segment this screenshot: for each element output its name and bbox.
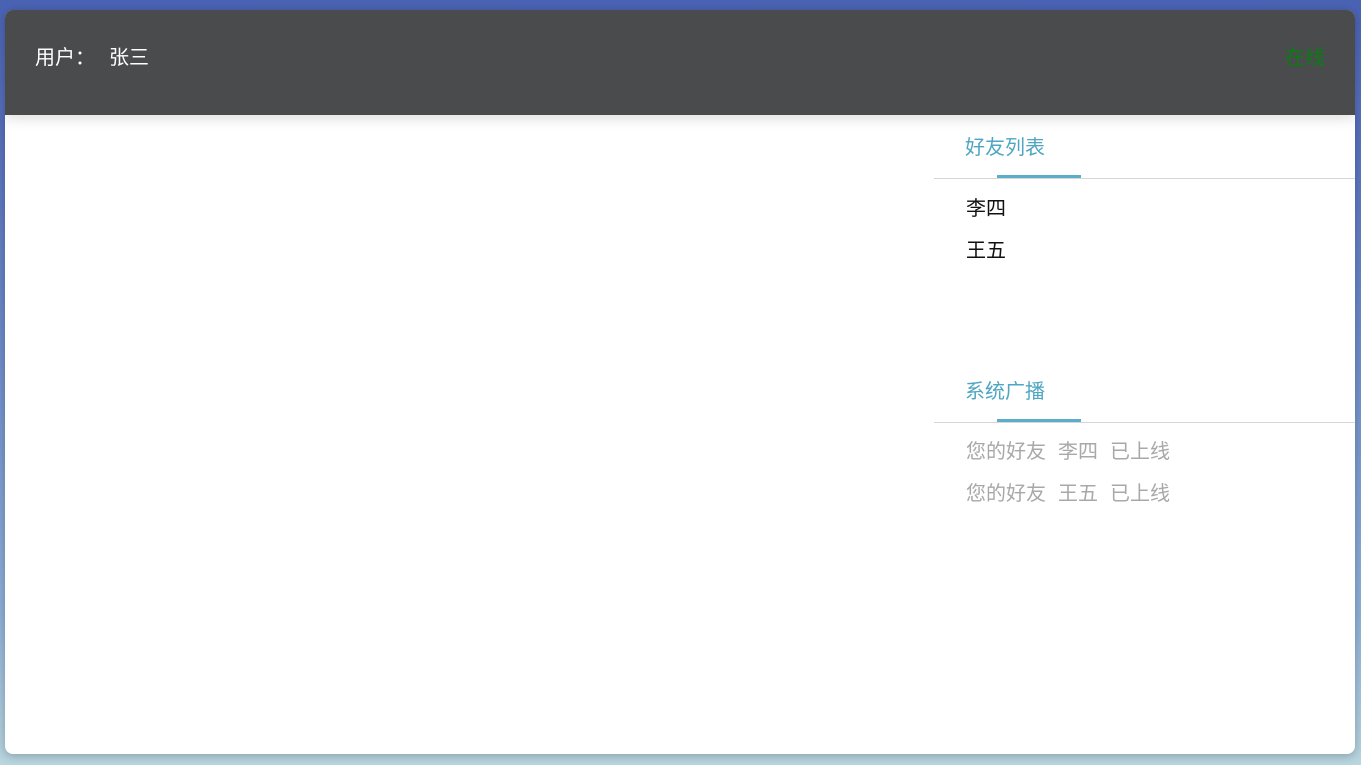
tab-active-indicator xyxy=(997,175,1081,178)
broadcast-list: 您的好友 李四 已上线 您的好友 王五 已上线 xyxy=(934,423,1355,514)
current-user: 用户： 张三 xyxy=(35,44,149,70)
top-bar: 用户： 张三 在线 xyxy=(5,10,1355,115)
broadcast-item: 您的好友 王五 已上线 xyxy=(934,472,1355,514)
online-status: 在线 xyxy=(1285,45,1325,69)
friends-tab-bar: 好友列表 xyxy=(934,115,1355,179)
tab-active-indicator xyxy=(997,419,1081,422)
broadcast-prefix: 您的好友 xyxy=(966,439,1046,463)
tab-system-broadcast-label: 系统广播 xyxy=(965,379,1045,403)
tab-system-broadcast[interactable]: 系统广播 xyxy=(965,378,1081,422)
friends-section: 好友列表 李四 王五 xyxy=(934,115,1355,271)
broadcast-suffix: 已上线 xyxy=(1110,439,1170,463)
user-prefix-label: 用户： xyxy=(35,45,95,69)
user-name: 张三 xyxy=(109,45,149,69)
friend-item[interactable]: 王五 xyxy=(934,229,1355,271)
broadcast-item: 您的好友 李四 已上线 xyxy=(934,430,1355,472)
broadcast-tab-bar: 系统广播 xyxy=(934,359,1355,423)
chat-window: 用户： 张三 在线 好友列表 李四 王五 系统广播 您的好友 李四 已上线 您的… xyxy=(5,10,1355,754)
broadcast-friend-name: 王五 xyxy=(1058,481,1098,505)
broadcast-section: 系统广播 您的好友 李四 已上线 您的好友 王五 已上线 xyxy=(934,359,1355,514)
friend-name: 王五 xyxy=(966,238,1006,262)
right-panel: 好友列表 李四 王五 系统广播 您的好友 李四 已上线 您的好友 王五 已上线 xyxy=(934,115,1355,514)
broadcast-friend-name: 李四 xyxy=(1058,439,1098,463)
tab-friends-list-label: 好友列表 xyxy=(965,135,1045,159)
friend-name: 李四 xyxy=(966,196,1006,220)
tab-friends-list[interactable]: 好友列表 xyxy=(965,134,1081,178)
chat-area xyxy=(5,115,933,754)
friend-item[interactable]: 李四 xyxy=(934,187,1355,229)
friends-list: 李四 王五 xyxy=(934,179,1355,271)
broadcast-prefix: 您的好友 xyxy=(966,481,1046,505)
broadcast-suffix: 已上线 xyxy=(1110,481,1170,505)
